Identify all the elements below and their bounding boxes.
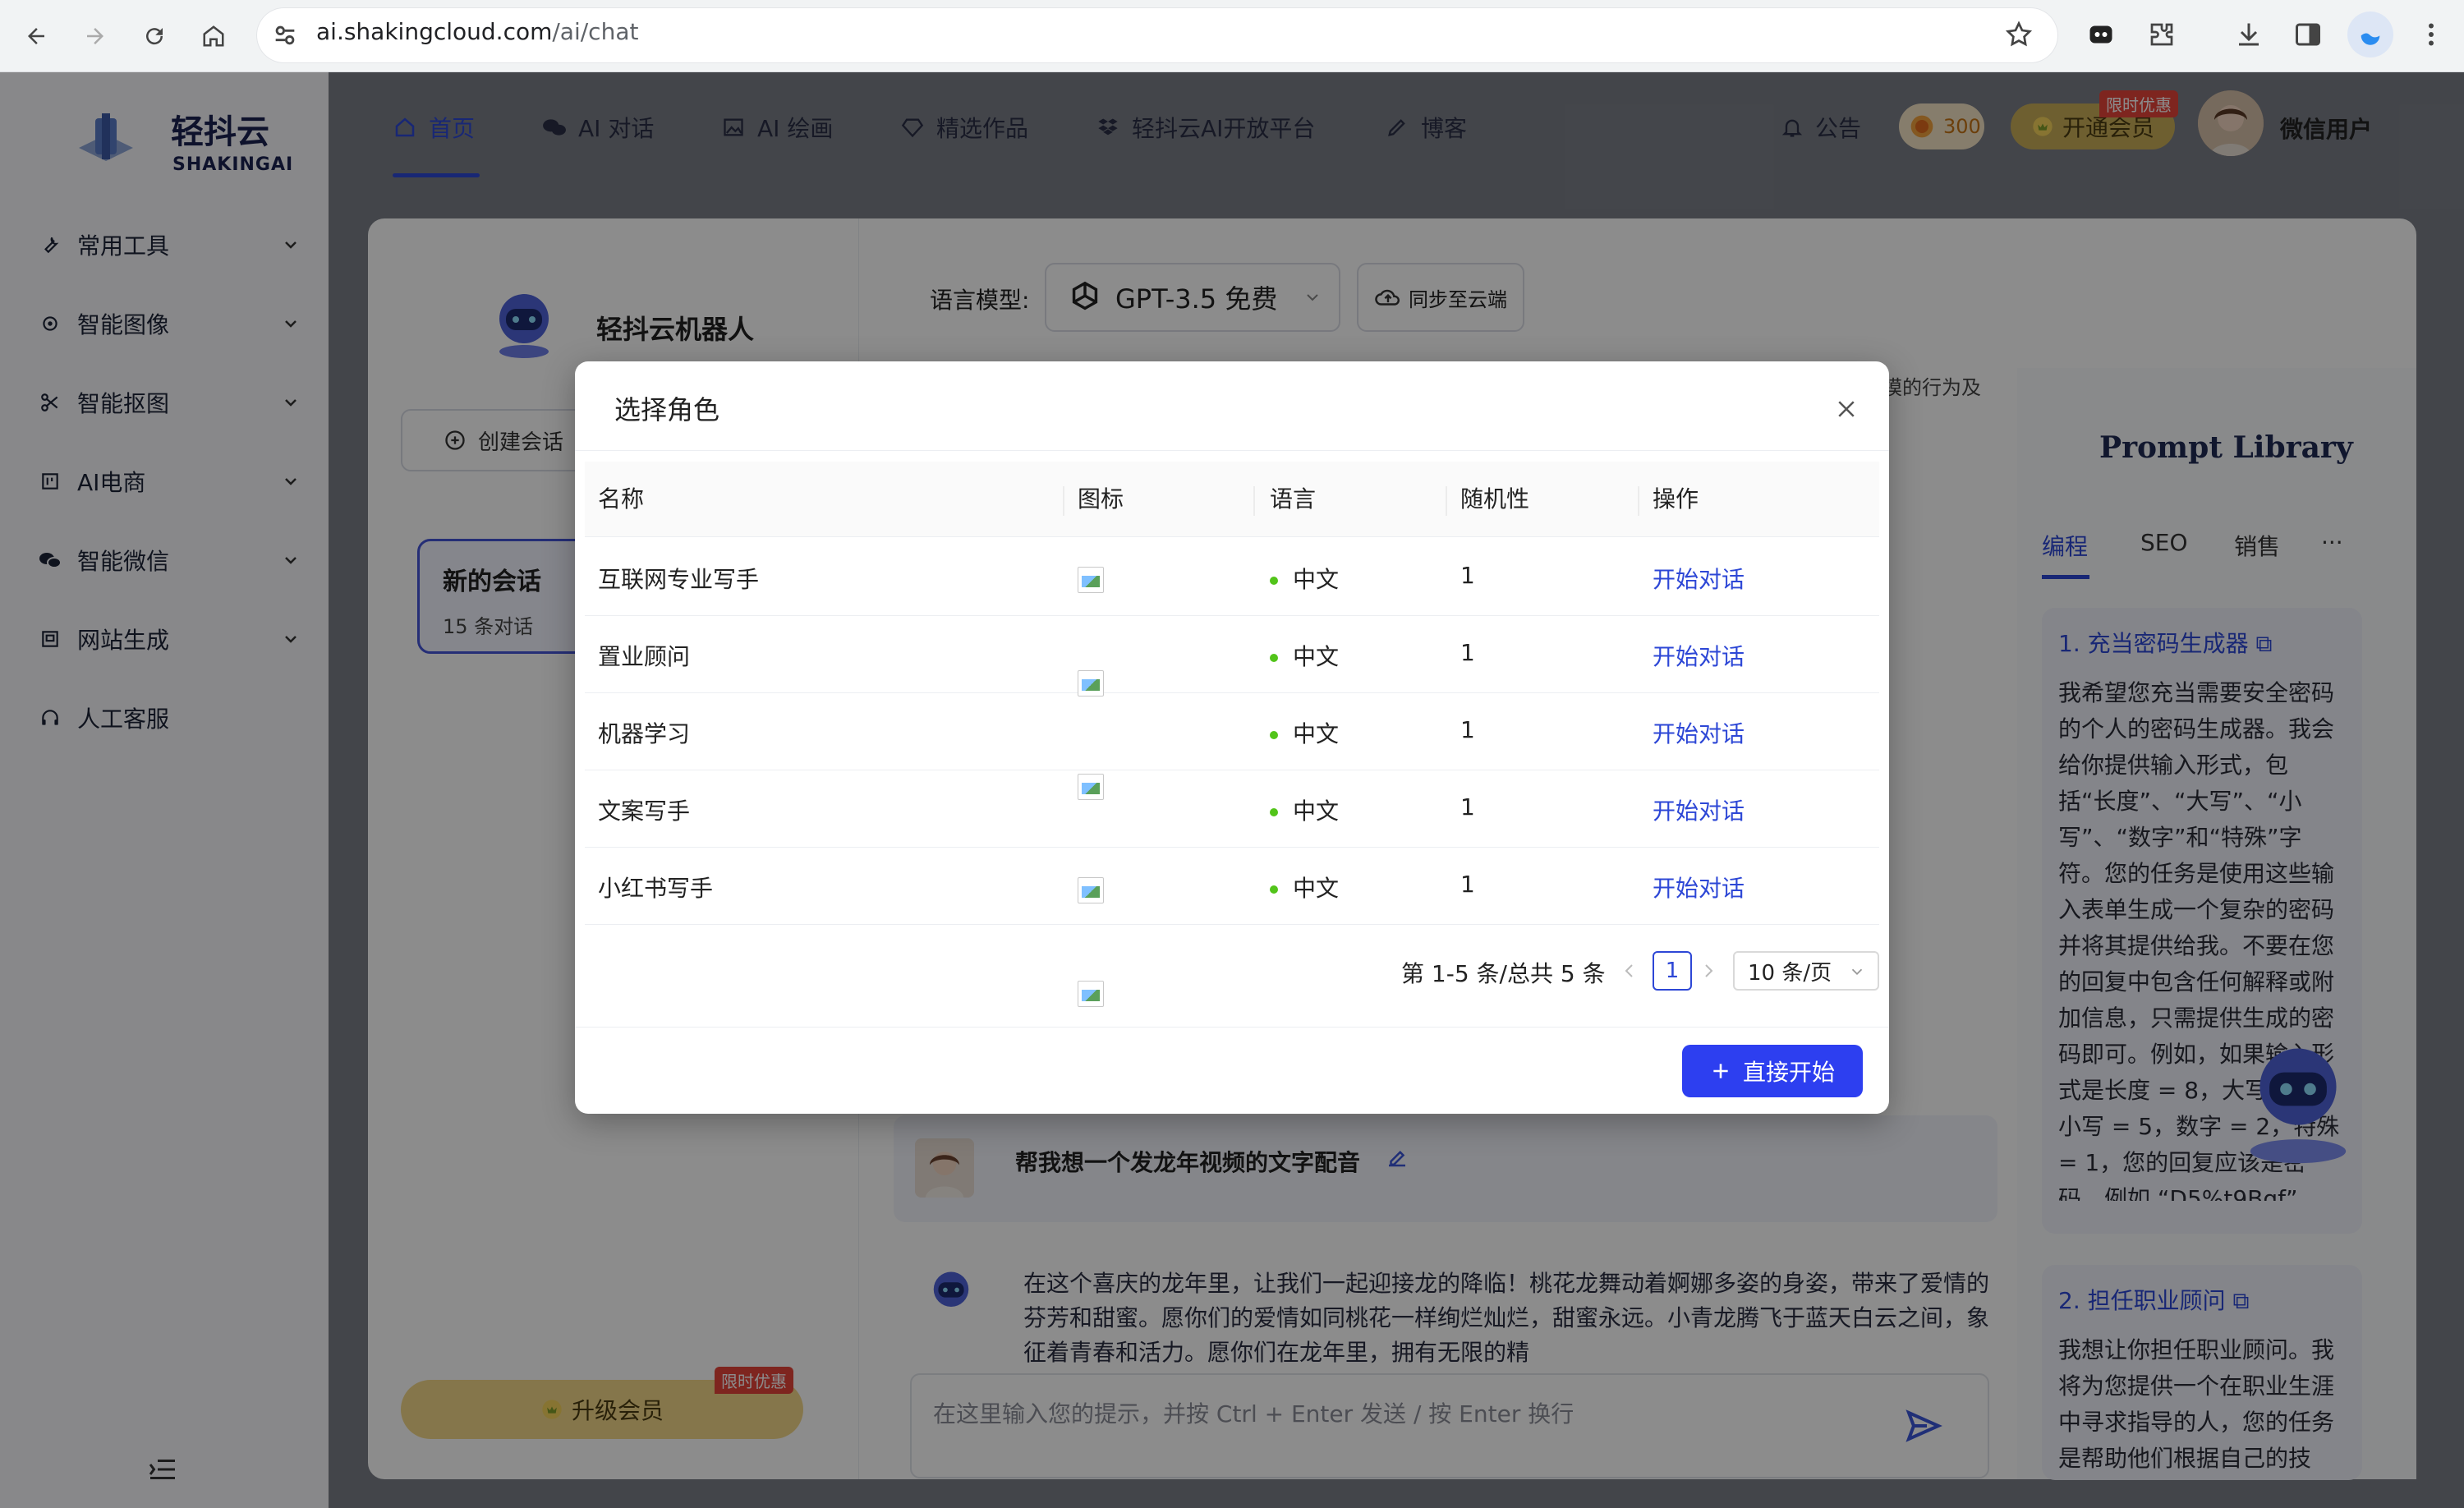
page-size-select[interactable]: 10 条/页 (1733, 951, 1879, 991)
start-chat-link[interactable]: 开始对话 (1653, 639, 1745, 672)
language-text: 中文 (1293, 720, 1340, 747)
role-name: 文案写手 (598, 798, 691, 825)
role-randomness: 1 (1460, 562, 1475, 589)
status-dot (1270, 731, 1278, 739)
pagination-total: 第 1-5 条/总共 5 条 (1401, 960, 1606, 987)
next-page-icon[interactable] (1699, 959, 1718, 982)
home-button[interactable] (194, 16, 233, 56)
url-text[interactable]: ai.shakingcloud.com/ai/chat (316, 18, 638, 45)
column-separator (1253, 486, 1255, 516)
status-dot (1270, 577, 1278, 585)
forward-button[interactable] (76, 16, 115, 56)
start-directly-button[interactable]: 直接开始 (1682, 1045, 1863, 1097)
role-language: 中文 (1270, 716, 1339, 749)
status-dot (1270, 654, 1278, 662)
role-language: 中文 (1270, 793, 1339, 826)
start-chat-link[interactable]: 开始对话 (1653, 716, 1745, 749)
side-panel-icon[interactable] (2293, 20, 2323, 49)
language-text: 中文 (1293, 798, 1340, 825)
modal-divider (575, 450, 1889, 451)
modal-footer-divider (575, 1027, 1889, 1028)
status-dot (1270, 808, 1278, 816)
prev-page-icon[interactable] (1620, 959, 1639, 982)
role-randomness: 1 (1460, 639, 1475, 666)
role-randomness: 1 (1460, 716, 1475, 743)
chevron-down-icon (1848, 963, 1866, 981)
column-header-icon: 图标 (1078, 485, 1124, 513)
close-icon[interactable] (1827, 389, 1866, 429)
column-separator (1063, 486, 1064, 516)
column-header-name: 名称 (598, 485, 645, 513)
column-separator (1638, 486, 1639, 516)
browser-menu-icon[interactable] (2416, 20, 2446, 49)
url-path: /ai/chat (552, 18, 639, 45)
column-header-language: 语言 (1270, 485, 1317, 513)
language-text: 中文 (1293, 566, 1340, 593)
status-dot (1270, 885, 1278, 894)
start-chat-link[interactable]: 开始对话 (1653, 562, 1745, 595)
role-randomness: 1 (1460, 793, 1475, 821)
role-language: 中文 (1270, 871, 1339, 903)
profile-avatar-icon[interactable] (2347, 11, 2393, 57)
role-name: 置业顾问 (598, 643, 691, 670)
role-name: 机器学习 (598, 720, 691, 747)
language-text: 中文 (1293, 643, 1340, 670)
role-language: 中文 (1270, 639, 1339, 672)
plus-icon (1710, 1060, 1731, 1082)
start-label: 直接开始 (1742, 1059, 1835, 1086)
role-name: 小红书写手 (598, 875, 714, 902)
reload-button[interactable] (135, 16, 174, 56)
page-number-button[interactable]: 1 (1653, 951, 1692, 991)
start-chat-link[interactable]: 开始对话 (1653, 871, 1745, 903)
start-chat-link[interactable]: 开始对话 (1653, 793, 1745, 826)
column-header-action: 操作 (1653, 485, 1699, 513)
role-language: 中文 (1270, 562, 1339, 595)
bookmark-star-icon[interactable] (2004, 20, 2034, 49)
url-host: ai.shakingcloud.com (316, 18, 553, 45)
column-separator (1446, 486, 1447, 516)
back-button[interactable] (16, 16, 56, 56)
site-info-icon[interactable] (271, 21, 299, 49)
extension-icon[interactable] (2086, 20, 2116, 49)
role-randomness: 1 (1460, 871, 1475, 898)
language-text: 中文 (1293, 875, 1340, 902)
role-name: 互联网专业写手 (598, 566, 760, 593)
role-image-icon (1078, 981, 1104, 1007)
download-icon[interactable] (2234, 20, 2264, 49)
column-header-randomness: 随机性 (1460, 485, 1530, 513)
puzzle-extensions-icon[interactable] (2147, 20, 2177, 49)
page-size-value: 10 条/页 (1748, 960, 1832, 986)
role-image-icon (1078, 567, 1104, 593)
modal-title: 选择角色 (614, 394, 720, 425)
